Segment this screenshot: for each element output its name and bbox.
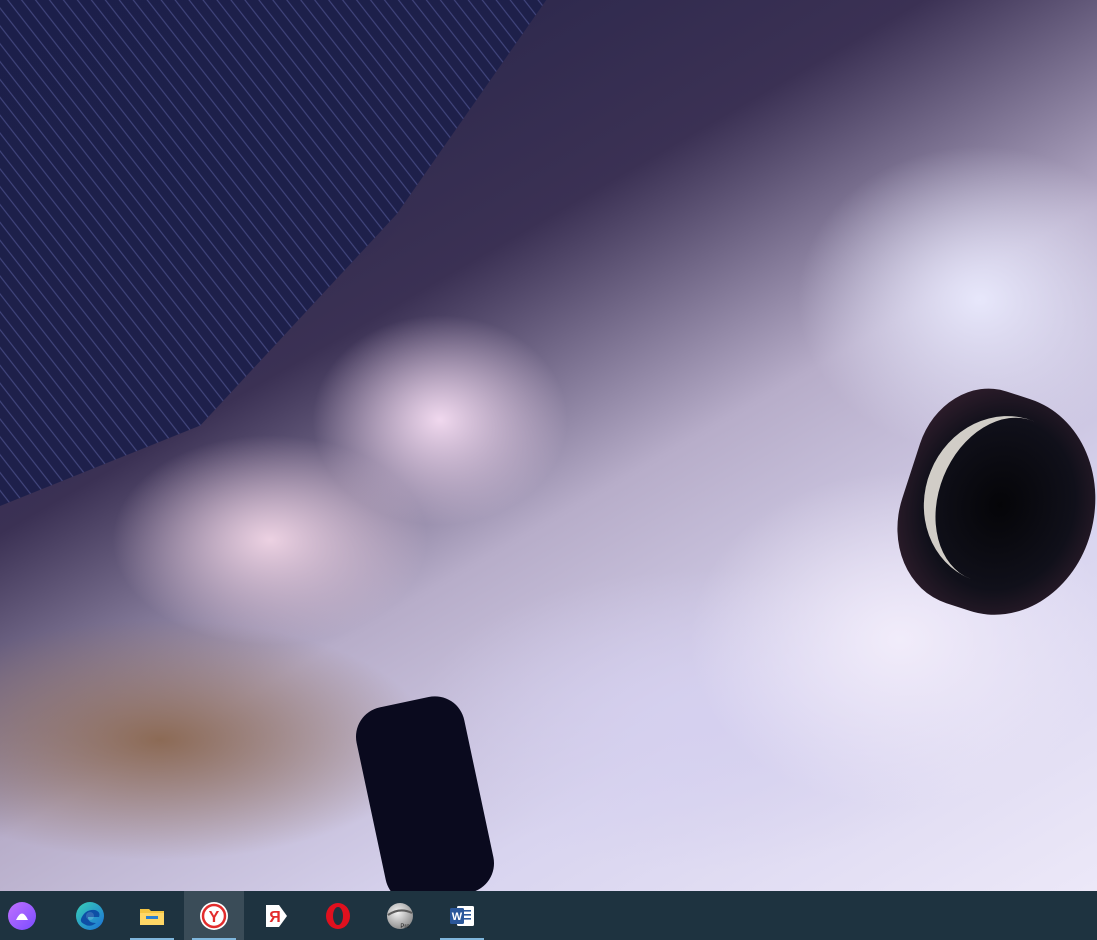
taskbar-item-yandex-browser[interactable]: Y — [184, 891, 244, 940]
google-earth-pro-icon: Pro — [385, 901, 415, 931]
alice-assistant-icon — [7, 901, 37, 931]
yandex-glyph: Я — [269, 909, 281, 926]
earth-pro-label: Pro — [400, 924, 410, 930]
taskbar-item-yandex[interactable]: Я — [246, 891, 306, 940]
file-explorer-icon — [137, 901, 167, 931]
yandex-browser-icon: Y — [199, 901, 229, 931]
taskbar-item-opera[interactable] — [308, 891, 368, 940]
wallpaper-collar — [350, 690, 500, 891]
taskbar-item-word[interactable]: W — [432, 891, 492, 940]
yandex-icon: Я — [261, 901, 291, 931]
word-glyph: W — [452, 911, 463, 923]
desktop-wallpaper — [0, 0, 1097, 891]
opera-icon — [323, 901, 353, 931]
edge-icon — [75, 901, 105, 931]
taskbar-item-edge[interactable] — [60, 891, 120, 940]
taskbar-item-alice[interactable] — [0, 891, 44, 940]
taskbar: Y Я Pro W — [0, 891, 1097, 940]
wallpaper-hood — [0, 0, 693, 506]
taskbar-item-file-explorer[interactable] — [122, 891, 182, 940]
yandex-browser-glyph: Y — [209, 909, 220, 926]
taskbar-item-google-earth-pro[interactable]: Pro — [370, 891, 430, 940]
word-icon: W — [447, 901, 477, 931]
